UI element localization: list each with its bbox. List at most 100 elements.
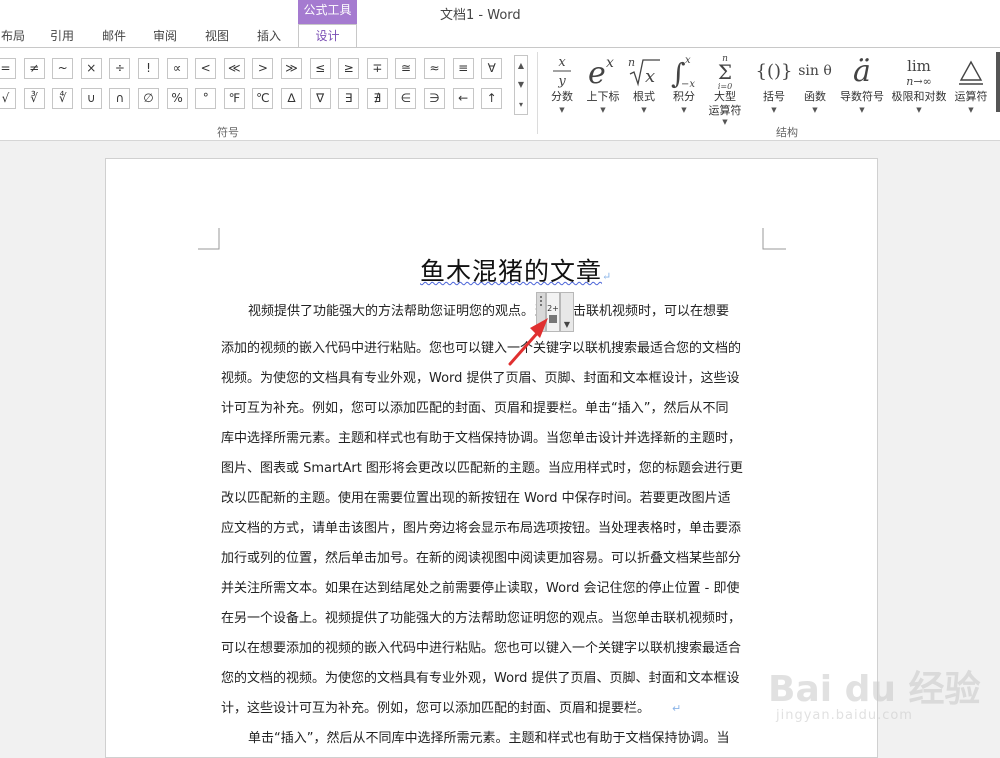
chevron-down-icon: ▼ — [681, 106, 687, 114]
large-operator-icon: n Σ i=0 — [704, 52, 746, 90]
gallery-down-icon[interactable]: ▼ — [515, 75, 527, 94]
bracket-label: 括号 — [763, 90, 785, 103]
symbol-button[interactable]: ℉ — [223, 88, 245, 109]
crop-mark-top-left — [198, 228, 220, 250]
radical-label: 根式 — [633, 90, 655, 103]
symbol-button[interactable]: ∝ — [166, 58, 188, 79]
symbol-button[interactable]: ≡ — [452, 58, 474, 79]
symbol-button[interactable]: ≥ — [338, 58, 360, 79]
watermark-url: jingyan.baidu.com — [776, 708, 913, 723]
symbol-button[interactable]: ∪ — [80, 88, 102, 109]
tab-mailings[interactable]: 邮件 — [96, 24, 132, 48]
svg-text:x: x — [558, 55, 566, 70]
symbol-button[interactable]: ~ — [52, 58, 74, 79]
symbol-button[interactable]: ∩ — [109, 88, 131, 109]
tab-design[interactable]: 设计 — [298, 24, 357, 48]
limit-icon: lim n→∞ — [890, 52, 948, 90]
accent-button[interactable]: ä 导数符号 ▼ — [836, 50, 888, 122]
text-line: 应文档的方式，请单击该图片，图片旁边将会显示布局选项按钮。当处理表格时，单击要添 — [221, 521, 742, 536]
svg-text:e: e — [588, 56, 606, 89]
radical-button[interactable]: n x 根式 ▼ — [626, 50, 662, 122]
svg-text:y: y — [557, 74, 566, 88]
function-button[interactable]: sin θ 函数 ▼ — [796, 50, 834, 122]
large-operator-label: 大型 — [714, 90, 736, 103]
limit-log-button[interactable]: lim n→∞ 极限和对数 ▼ — [890, 50, 948, 122]
symbol-button[interactable]: ← — [452, 88, 474, 109]
symbol-button[interactable]: ≠ — [23, 58, 45, 79]
symbol-button[interactable]: > — [252, 58, 274, 79]
symbol-button[interactable]: ! — [138, 58, 159, 79]
equation-tools-context-tab[interactable]: 公式工具 — [298, 0, 357, 20]
symbol-button[interactable]: ∛ — [23, 88, 45, 109]
fraction-label: 分数 — [551, 90, 573, 103]
symbol-button[interactable]: ≈ — [424, 58, 445, 79]
text-line: 视频。为使您的文档具有专业外观，Word 提供了页眉、页脚、封面和文本框设计，这… — [221, 371, 740, 386]
symbol-button[interactable]: ∀ — [481, 58, 503, 79]
chevron-down-icon: ▼ — [600, 106, 606, 114]
chevron-down-icon: ▼ — [559, 106, 565, 114]
symbol-button[interactable]: √ — [0, 88, 16, 109]
symbol-button[interactable]: < — [195, 58, 217, 79]
operator-button[interactable]: 运算符 ▼ — [950, 50, 992, 122]
symbol-button[interactable]: ≤ — [309, 58, 331, 79]
watermark-logo: Bai du 经验 — [768, 669, 981, 710]
chevron-down-icon: ▼ — [722, 118, 728, 126]
symbol-button[interactable]: ≪ — [223, 58, 245, 79]
text-line: 在另一个设备上。视频提供了功能强大的方法帮助您证明您的观点。当您单击联机视频时， — [221, 611, 742, 626]
large-operator-button[interactable]: n Σ i=0 大型 运算符 ▼ — [704, 50, 746, 126]
symbol-button[interactable]: ↑ — [481, 88, 503, 109]
chevron-down-icon: ▼ — [916, 106, 922, 114]
gallery-up-icon[interactable]: ▲ — [515, 56, 527, 75]
tab-view[interactable]: 视图 — [199, 24, 235, 48]
symbol-button[interactable]: ∋ — [424, 88, 445, 109]
symbols-gallery-scroll[interactable]: ▲ ▼ ▾ — [514, 55, 528, 115]
text-line: 计可互为补充。例如，您可以添加匹配的封面、页眉和提要栏。单击“插入”，然后从不同 — [221, 401, 729, 416]
window-title: 文档1 - Word — [440, 8, 521, 23]
equation-options-button[interactable]: ▼ — [560, 292, 574, 332]
title-bar: 公式工具 文档1 - Word — [0, 0, 1000, 24]
symbol-button[interactable]: ∇ — [309, 88, 331, 109]
text-line: 加行或列的位置，然后单击加号。在新的阅读视图中阅读更加容易。可以折叠文档某些部分 — [221, 551, 742, 566]
integral-button[interactable]: ∫ x −x 积分 ▼ — [666, 50, 702, 122]
symbol-button[interactable]: ∜ — [52, 88, 74, 109]
fraction-icon: x y — [544, 52, 580, 90]
ribbon: = ≠ ~ × ÷! ∝ < ≪ > ≫ ≤ ≥ ∓ ≅ ≈ ≡ ∀ √ ∛ ∜ ∪ ∩ ∅% ° ℉ ℃ ∆ ∇ ∃ ∄ ∈ ∋ ← ↑ ▲ ▼… — [0, 48, 1000, 141]
tab-references[interactable]: 引用 — [44, 24, 80, 48]
baidu-jingyan-watermark: Bai du 经验 jingyan.baidu.com — [768, 660, 1000, 750]
symbol-button[interactable]: ∃ — [338, 88, 360, 109]
fraction-button[interactable]: x y 分数 ▼ — [544, 50, 580, 122]
text-line: 库中选择所需元素。主题和样式也有助于文档保持协调。当您单击设计并选择新的主题时， — [221, 431, 742, 446]
group-separator — [537, 52, 538, 134]
crop-mark-top-right — [762, 228, 786, 250]
symbol-button[interactable]: ≅ — [395, 58, 417, 79]
symbol-button[interactable]: = — [0, 58, 16, 79]
text-line: 添加的视频的嵌入代码中进行粘贴。您也可以键入一个关键字以联机搜索最适合您的文档的 — [221, 341, 742, 356]
text-line: 改以匹配新的主题。使用在需要位置出现的新按钮在 Word 中保存时间。若要更改图… — [221, 491, 731, 506]
tab-insert[interactable]: 插入 — [251, 24, 287, 48]
symbol-button[interactable]: ∓ — [366, 58, 388, 79]
tab-review[interactable]: 审阅 — [147, 24, 183, 48]
gallery-more-icon[interactable]: ▾ — [515, 95, 527, 114]
symbol-button[interactable]: ° — [195, 88, 217, 109]
svg-text:x: x — [645, 66, 655, 87]
function-icon: sin θ — [798, 63, 832, 79]
symbol-button[interactable]: × — [80, 58, 102, 79]
symbol-button[interactable]: ∅ — [138, 88, 159, 109]
svg-text:−x: −x — [681, 79, 695, 89]
symbol-button[interactable]: ≫ — [281, 58, 302, 79]
accent-label: 导数符号 — [840, 90, 884, 103]
tab-layout[interactable]: 布局 — [0, 24, 26, 48]
script-button[interactable]: e x 上下标 ▼ — [582, 50, 624, 122]
symbol-button[interactable]: ÷ — [109, 58, 131, 79]
text-line: 可以在想要添加的视频的嵌入代码中进行粘贴。您也可以键入一个关键字以联机搜索最适合 — [221, 641, 742, 656]
text-line: 图片、图表或 SmartArt 图形将会更改以匹配新的主题。当应用样式时，您的标… — [221, 461, 743, 476]
symbol-button[interactable]: ∄ — [366, 88, 388, 109]
symbol-button[interactable]: ∈ — [395, 88, 417, 109]
symbol-button[interactable]: ∆ — [281, 88, 302, 109]
chevron-down-icon: ▼ — [859, 106, 865, 114]
symbol-button[interactable]: ℃ — [252, 88, 274, 109]
bracket-button[interactable]: {()} 括号 ▼ — [756, 50, 793, 122]
paragraph-mark: ↵ — [672, 702, 682, 715]
document-heading[interactable]: 鱼木混猪的文章↵ — [420, 252, 612, 288]
symbol-button[interactable]: % — [166, 88, 188, 109]
